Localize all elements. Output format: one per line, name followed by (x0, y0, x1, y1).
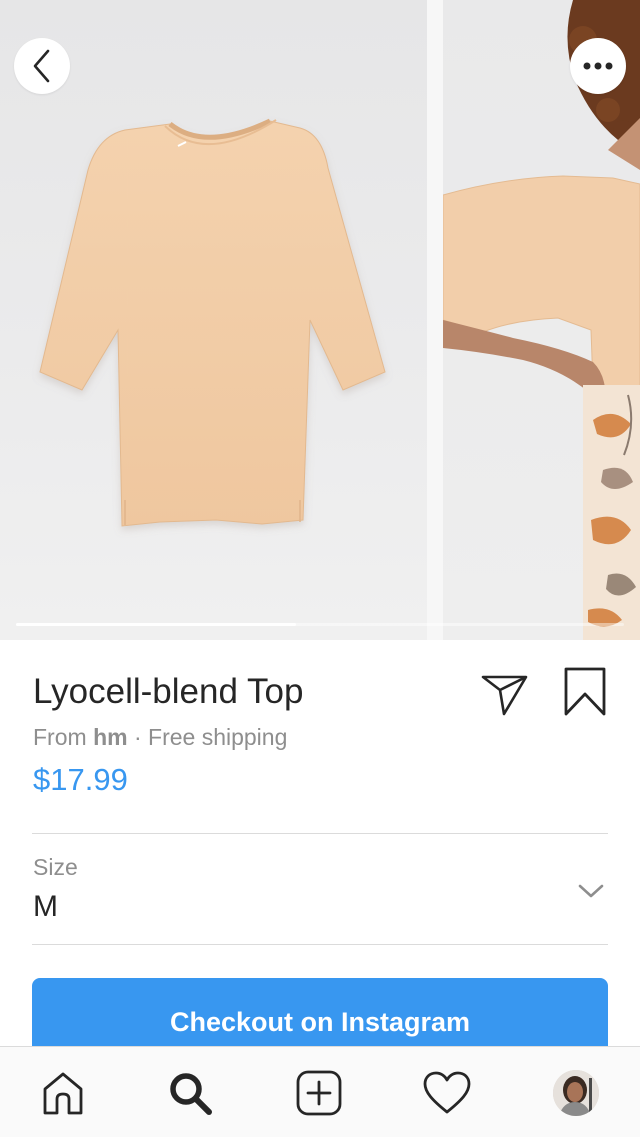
chevron-left-icon (33, 49, 50, 83)
tab-activity[interactable] (419, 1065, 475, 1121)
tab-search[interactable] (162, 1065, 218, 1121)
bookmark-icon (564, 667, 606, 716)
size-selected-value: M (33, 890, 58, 923)
carousel-progress-track (16, 623, 624, 626)
product-image-model[interactable] (443, 0, 640, 640)
carousel-progress-fill (16, 623, 296, 626)
product-seller-info: From hm · Free shipping (33, 724, 287, 751)
tab-new-post[interactable] (291, 1065, 347, 1121)
avatar (553, 1070, 599, 1116)
from-prefix: From (33, 724, 94, 750)
plus-square-icon (296, 1070, 342, 1116)
size-dropdown[interactable]: Size M (0, 834, 640, 944)
search-icon (170, 1073, 212, 1115)
tab-profile[interactable] (548, 1065, 604, 1121)
product-price: $17.99 (33, 762, 128, 797)
size-label: Size (33, 854, 78, 880)
model-wearing-shirt-image (443, 0, 640, 640)
merchant-name[interactable]: hm (93, 724, 128, 750)
shipping-info: Free shipping (148, 724, 288, 750)
share-button[interactable] (480, 668, 530, 718)
shirt-flatlay-image (39, 118, 386, 527)
product-title: Lyocell-blend Top (33, 672, 304, 711)
divider (32, 944, 608, 945)
product-image-carousel[interactable] (0, 0, 640, 640)
save-button[interactable] (560, 666, 610, 718)
product-image-flatlay[interactable] (0, 0, 427, 640)
more-options-button[interactable] (570, 38, 626, 94)
heart-icon (423, 1071, 471, 1114)
more-horizontal-icon (583, 62, 613, 70)
tab-home[interactable] (35, 1065, 91, 1121)
carousel-gap (427, 0, 443, 640)
chevron-down-icon (578, 884, 604, 898)
paper-plane-icon (481, 675, 528, 716)
back-button[interactable] (14, 38, 70, 94)
profile-photo (553, 1070, 599, 1116)
bottom-tab-bar (0, 1046, 640, 1137)
meta-separator: · (127, 724, 149, 750)
home-icon (43, 1072, 83, 1115)
